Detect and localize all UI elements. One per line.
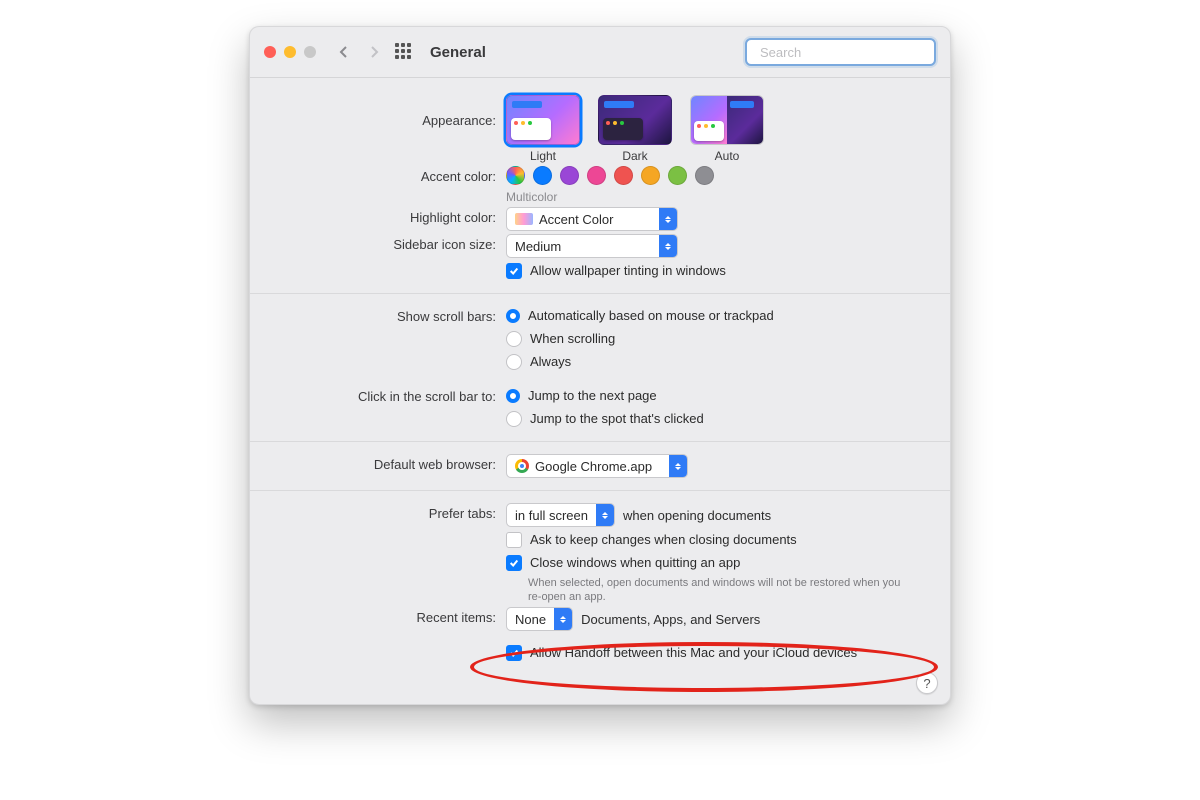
pane-title: General [430,44,486,61]
accent-pink[interactable] [587,166,606,185]
appearance-option-dark[interactable]: Dark [598,95,672,163]
handoff-label: Allow Handoff between this Mac and your … [530,643,857,663]
accent-multicolor[interactable] [506,166,525,185]
scrollbars-radio-scrolling[interactable] [506,331,522,347]
window-controls [264,46,316,58]
show-all-button[interactable] [394,42,414,62]
accent-swatches [506,166,932,185]
browser-popup[interactable]: Google Chrome.app [506,454,688,478]
recent-label: Recent items: [268,607,506,625]
recent-suffix: Documents, Apps, and Servers [581,612,760,627]
appearance-option-light[interactable]: Light [506,95,580,163]
chevron-updown-icon [669,455,687,477]
browser-label: Default web browser: [268,454,506,472]
sidebar-size-popup[interactable]: Medium [506,234,678,258]
help-button[interactable]: ? [916,672,938,694]
recent-popup[interactable]: None [506,607,573,631]
scrollbars-label: Show scroll bars: [268,306,506,324]
close-windows-hint: When selected, open documents and window… [528,576,908,604]
ask-keep-label: Ask to keep changes when closing documen… [530,530,797,550]
handoff-checkbox[interactable] [506,645,522,661]
accent-purple[interactable] [560,166,579,185]
accent-blue[interactable] [533,166,552,185]
back-button[interactable] [334,42,354,62]
chevron-updown-icon [659,208,677,230]
highlight-label: Highlight color: [268,207,506,225]
toolbar: General [250,27,950,78]
click-scroll-label: Click in the scroll bar to: [268,386,506,404]
search-field[interactable] [745,38,936,66]
sidebar-size-label: Sidebar icon size: [268,234,506,252]
close-windows-checkbox[interactable] [506,555,522,571]
highlight-popup[interactable]: Accent Color [506,207,678,231]
preferences-window: General Appearance: [249,26,951,705]
chevron-updown-icon [596,504,614,526]
forward-button[interactable] [364,42,384,62]
general-pane: Appearance: Light [250,78,950,704]
highlight-swatch-icon [515,213,533,225]
tabs-suffix: when opening documents [623,508,771,523]
accent-label: Accent color: [268,166,506,184]
accent-graphite[interactable] [695,166,714,185]
scrollbars-radio-always[interactable] [506,354,522,370]
accent-red[interactable] [614,166,633,185]
accent-caption: Multicolor [506,190,932,204]
close-window-button[interactable] [264,46,276,58]
chevron-updown-icon [659,235,677,257]
appearance-label: Appearance: [268,95,506,128]
minimize-window-button[interactable] [284,46,296,58]
wallpaper-tinting-checkbox[interactable] [506,263,522,279]
tabs-label: Prefer tabs: [268,503,506,521]
appearance-option-auto[interactable]: Auto [690,95,764,163]
accent-orange[interactable] [641,166,660,185]
click-scroll-radio-page[interactable] [506,389,520,403]
ask-keep-checkbox[interactable] [506,532,522,548]
click-scroll-radio-spot[interactable] [506,411,522,427]
wallpaper-tinting-label: Allow wallpaper tinting in windows [530,261,726,281]
grid-icon [395,43,413,61]
chrome-icon [515,459,529,473]
chevron-updown-icon [554,608,572,630]
tabs-popup[interactable]: in full screen [506,503,615,527]
scrollbars-radio-auto[interactable] [506,309,520,323]
accent-green[interactable] [668,166,687,185]
zoom-window-button[interactable] [304,46,316,58]
search-input[interactable] [758,44,938,61]
close-windows-label: Close windows when quitting an app [530,553,740,573]
